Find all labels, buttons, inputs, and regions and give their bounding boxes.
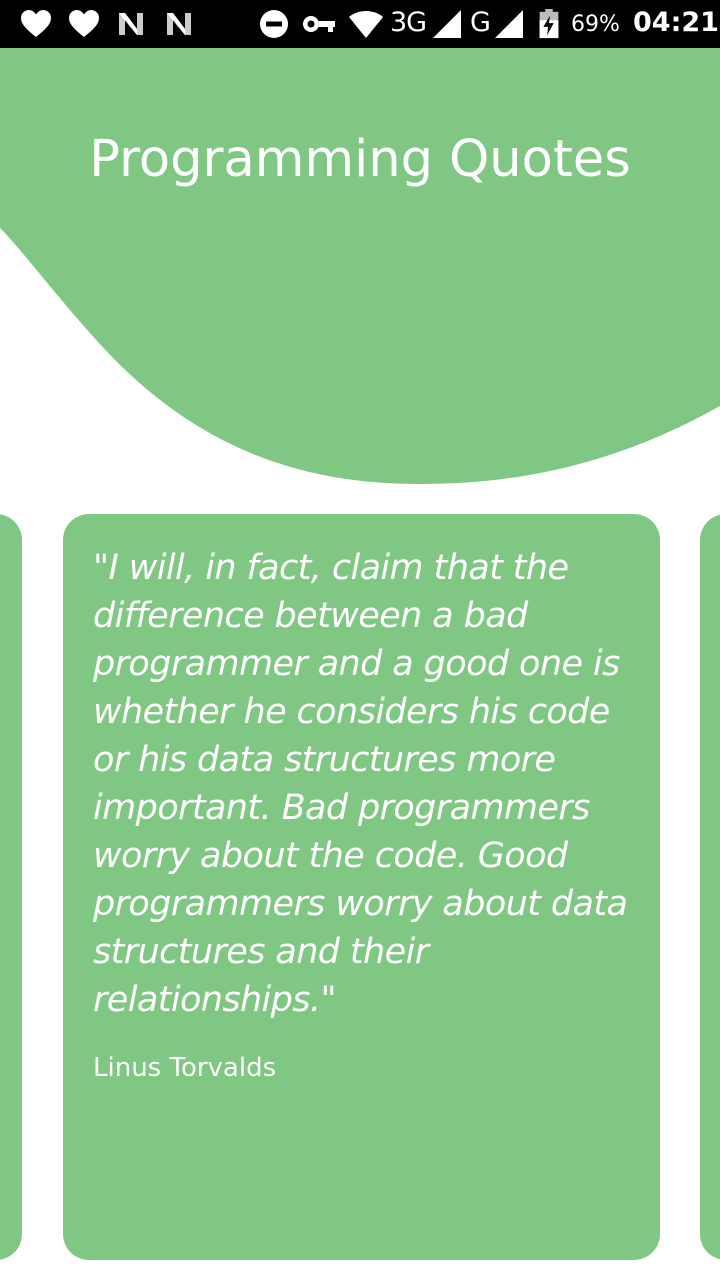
page-title: Programming Quotes <box>89 130 631 189</box>
previous-quote-card[interactable] <box>0 514 22 1260</box>
quote-card[interactable]: "I will, in fact, claim that the differe… <box>63 514 660 1260</box>
n-notification-icon <box>119 13 143 35</box>
heart-icon <box>21 10 51 37</box>
header-background <box>0 48 720 484</box>
quote-author: Linus Torvalds <box>93 1053 277 1083</box>
network-type-label: G <box>470 7 491 38</box>
next-quote-card[interactable] <box>700 514 720 1260</box>
signal-icon <box>433 10 461 38</box>
heart-icon <box>69 10 99 37</box>
vpn-key-icon <box>303 16 335 32</box>
do-not-disturb-icon <box>260 10 288 38</box>
battery-charging-icon <box>539 9 559 39</box>
quote-text: "I will, in fact, claim that the differe… <box>93 548 628 1020</box>
n-notification-icon <box>167 13 191 35</box>
app-screen: 3G G 69% 04:21 Programming Quotes "I wil… <box>0 0 720 1280</box>
signal-icon <box>495 10 523 38</box>
battery-percentage: 69% <box>571 12 620 37</box>
network-type-label: 3G <box>390 7 427 38</box>
wifi-icon <box>349 11 383 38</box>
status-bar: 3G G 69% 04:21 <box>0 0 720 48</box>
clock: 04:21 <box>633 7 719 38</box>
